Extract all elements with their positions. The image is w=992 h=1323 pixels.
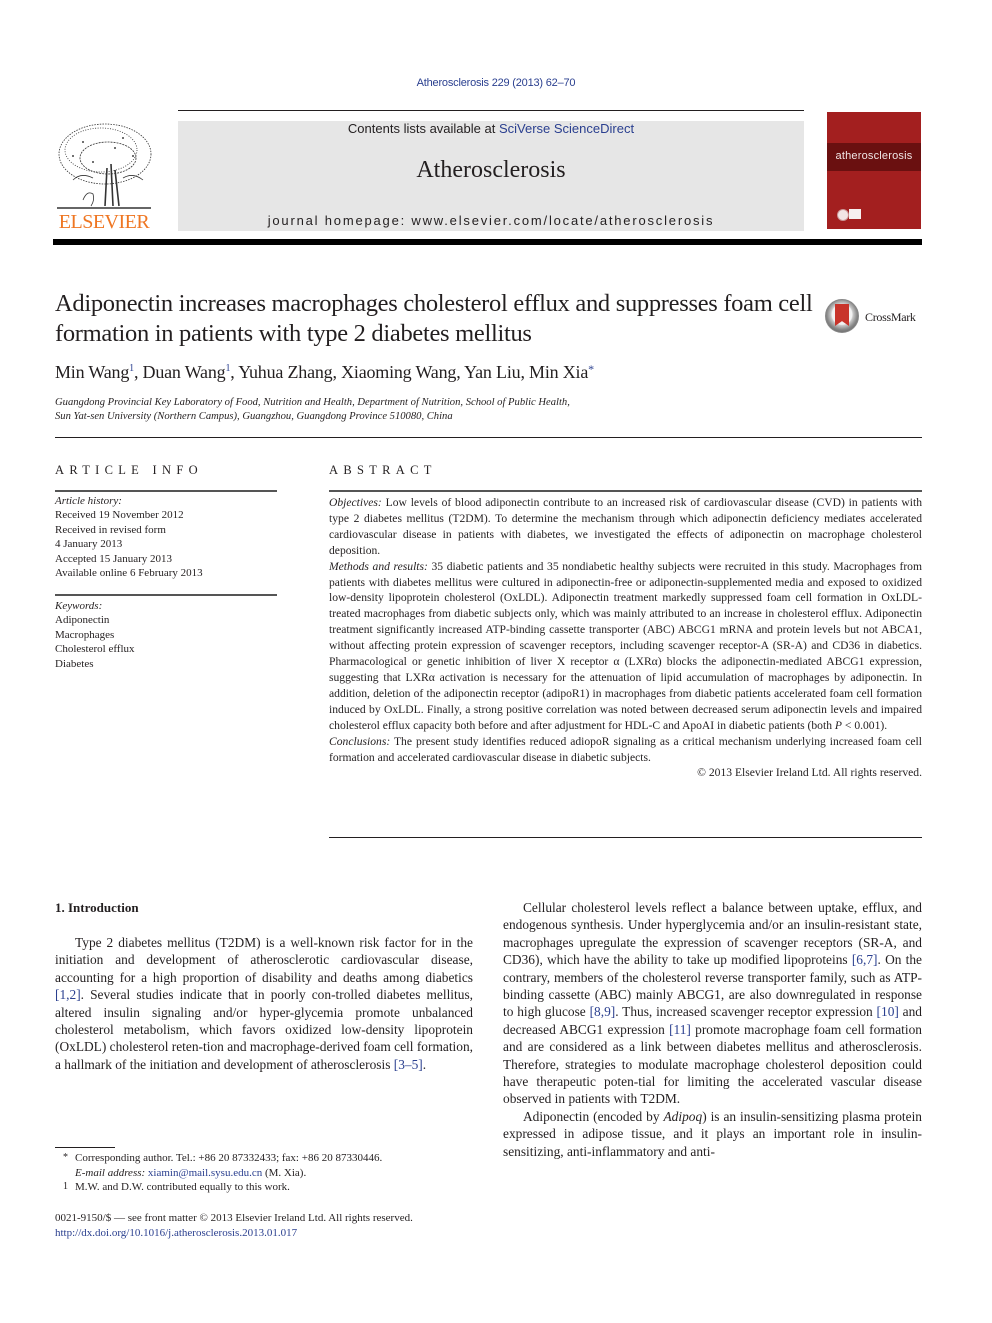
history-item: Received 19 November 2012 bbox=[55, 509, 184, 522]
methods-text: 35 diabetic patients and 35 nondiabetic … bbox=[329, 559, 923, 732]
conclusions-label: Conclusions: bbox=[329, 734, 391, 748]
contents-prefix: Contents lists available at bbox=[347, 121, 499, 136]
article-title: Adiponectin increases macrophages choles… bbox=[55, 290, 813, 347]
body-text: Type 2 diabetes mellitus (T2DM) is a wel… bbox=[55, 935, 473, 985]
body-text: . bbox=[422, 1056, 427, 1072]
body-paragraph: Type 2 diabetes mellitus (T2DM) is a wel… bbox=[55, 934, 473, 1073]
affiliation-line: Guangdong Provincial Key Laboratory of F… bbox=[55, 397, 570, 408]
keyword: Cholesterol efflux bbox=[55, 643, 135, 656]
history-item: Received in revised form bbox=[55, 523, 166, 536]
history-label: Article history: bbox=[55, 495, 122, 507]
article-info-heading: ARTICLE INFO bbox=[55, 463, 203, 477]
footnote-text: Corresponding author. Tel.: +86 20 87332… bbox=[75, 1152, 383, 1164]
cover-title: atherosclerosis bbox=[835, 150, 913, 162]
citation-link[interactable]: [8,9] bbox=[590, 1004, 616, 1019]
author-footnote-mark[interactable]: 1 bbox=[225, 363, 230, 374]
section-heading-introduction: 1. Introduction bbox=[55, 900, 139, 915]
crossmark-button[interactable]: CrossMark bbox=[825, 299, 935, 337]
footnote-text: M.W. and D.W. contributed equally to thi… bbox=[75, 1181, 290, 1193]
abstract-objectives: Objectives: Low levels of blood adiponec… bbox=[329, 495, 922, 559]
methods-label: Methods and results: bbox=[329, 559, 428, 573]
contents-line: Contents lists available at SciVerse Sci… bbox=[178, 121, 804, 137]
keywords-label: Keywords: bbox=[55, 600, 103, 612]
footnotes: * Corresponding author. Tel.: +86 20 873… bbox=[55, 1151, 473, 1195]
abstract-heading: ABSTRACT bbox=[329, 463, 437, 477]
header-thick-rule bbox=[53, 239, 922, 245]
keywords-rule bbox=[55, 594, 277, 596]
author-name[interactable]: Yuhua Zhang bbox=[238, 362, 332, 382]
cover-seal-icon bbox=[837, 209, 849, 221]
article-history: Article history: Received 19 November 20… bbox=[55, 494, 203, 580]
keyword: Adiponectin bbox=[55, 614, 110, 627]
citation-link[interactable]: [11] bbox=[669, 1022, 691, 1037]
elsevier-tree-icon bbox=[57, 123, 152, 209]
header-top-rule bbox=[178, 110, 804, 111]
front-matter: 0021-9150/$ — see front matter © 2013 El… bbox=[55, 1211, 515, 1240]
body-column-left: Type 2 diabetes mellitus (T2DM) is a wel… bbox=[55, 934, 473, 1073]
journal-citation-link[interactable]: Atherosclerosis 229 (2013) 62–70 bbox=[0, 77, 992, 89]
author-footnote-mark[interactable]: 1 bbox=[129, 363, 134, 374]
author-name[interactable]: Yan Liu bbox=[464, 362, 520, 382]
gene-name: Adipoq bbox=[663, 1108, 703, 1124]
objectives-label: Objectives: bbox=[329, 496, 382, 509]
author-name[interactable]: Min Xia bbox=[529, 362, 588, 382]
front-matter-text: 0021-9150/$ — see front matter © 2013 El… bbox=[55, 1212, 413, 1224]
keywords: Keywords: Adiponectin Macrophages Choles… bbox=[55, 599, 135, 671]
body-text: Adiponectin (encoded by bbox=[523, 1108, 664, 1124]
affiliation-line: Sun Yat-sen University (Northern Campus)… bbox=[55, 411, 453, 422]
author-name[interactable]: Min Wang bbox=[55, 362, 129, 382]
abstract-end-rule bbox=[329, 837, 922, 838]
elsevier-wordmark: ELSEVIER bbox=[58, 211, 150, 233]
doi-link[interactable]: http://dx.doi.org/10.1016/j.atherosclero… bbox=[55, 1226, 515, 1241]
abstract-conclusions: Conclusions: The present study identifie… bbox=[329, 734, 922, 766]
body-text: . Thus, increased scavenger receptor exp… bbox=[615, 1004, 877, 1020]
affiliation: Guangdong Provincial Key Laboratory of F… bbox=[55, 396, 755, 424]
history-item: 4 January 2013 bbox=[55, 538, 123, 551]
footnote-star-mark: * bbox=[63, 1152, 68, 1163]
p-symbol: P bbox=[834, 718, 842, 732]
citation-link[interactable]: [3–5] bbox=[394, 1057, 423, 1072]
footnote-corresponding: * Corresponding author. Tel.: +86 20 873… bbox=[55, 1151, 473, 1166]
keyword: Macrophages bbox=[55, 628, 115, 641]
elsevier-logo: ELSEVIER bbox=[53, 120, 155, 232]
footnote-rule bbox=[55, 1147, 115, 1148]
email-label: E-mail address: bbox=[75, 1166, 146, 1179]
email-suffix: (M. Xia). bbox=[262, 1166, 307, 1179]
history-item: Available online 6 February 2013 bbox=[55, 567, 203, 580]
email-link[interactable]: xiamin@mail.sysu.edu.cn bbox=[148, 1167, 262, 1179]
abstract-body: Objectives: Low levels of blood adiponec… bbox=[329, 495, 922, 781]
keyword: Diabetes bbox=[55, 657, 94, 670]
methods-text-end: < 0.001). bbox=[841, 718, 888, 732]
conclusions-text: The present study identifies reduced adi… bbox=[329, 734, 922, 764]
abstract-methods: Methods and results: 35 diabetic patient… bbox=[329, 559, 922, 734]
history-item: Accepted 15 January 2013 bbox=[55, 552, 172, 565]
sciencedirect-link[interactable]: SciVerse ScienceDirect bbox=[499, 121, 634, 136]
journal-masthead: Contents lists available at SciVerse Sci… bbox=[178, 121, 804, 231]
body-paragraph: Cellular cholesterol levels reflect a ba… bbox=[503, 899, 922, 1108]
footnote-email: E-mail address: xiamin@mail.sysu.edu.cn … bbox=[55, 1166, 473, 1181]
author-name[interactable]: Duan Wang bbox=[143, 362, 226, 382]
author-list: Min Wang1, Duan Wang1, Yuhua Zhang, Xiao… bbox=[55, 362, 594, 382]
footnote-equal-contribution: 1 M.W. and D.W. contributed equally to t… bbox=[55, 1180, 473, 1195]
journal-name: Atherosclerosis bbox=[416, 157, 566, 183]
cover-badge-icon bbox=[849, 209, 861, 219]
abstract-copyright: © 2013 Elsevier Ireland Ltd. All rights … bbox=[697, 766, 922, 780]
journal-homepage[interactable]: journal homepage: www.elsevier.com/locat… bbox=[178, 213, 804, 228]
journal-cover[interactable]: atherosclerosis bbox=[827, 112, 921, 229]
article-info-rule bbox=[55, 490, 277, 492]
body-column-right: Cellular cholesterol levels reflect a ba… bbox=[503, 899, 922, 1160]
citation-link[interactable]: [1,2] bbox=[55, 987, 81, 1002]
section-divider bbox=[55, 437, 922, 438]
footnote-one-mark: 1 bbox=[63, 1181, 68, 1192]
body-paragraph: Adiponectin (encoded by Adipoq) is an in… bbox=[503, 1108, 922, 1160]
abstract-rule bbox=[329, 490, 922, 492]
author-name[interactable]: Xiaoming Wang bbox=[341, 362, 456, 382]
citation-link[interactable]: [6,7] bbox=[852, 952, 878, 967]
objectives-text: Low levels of blood adiponectin contribu… bbox=[329, 496, 922, 557]
corresponding-author-mark[interactable]: * bbox=[588, 362, 594, 376]
crossmark-label: CrossMark bbox=[865, 310, 916, 324]
citation-link[interactable]: [10] bbox=[877, 1004, 899, 1019]
